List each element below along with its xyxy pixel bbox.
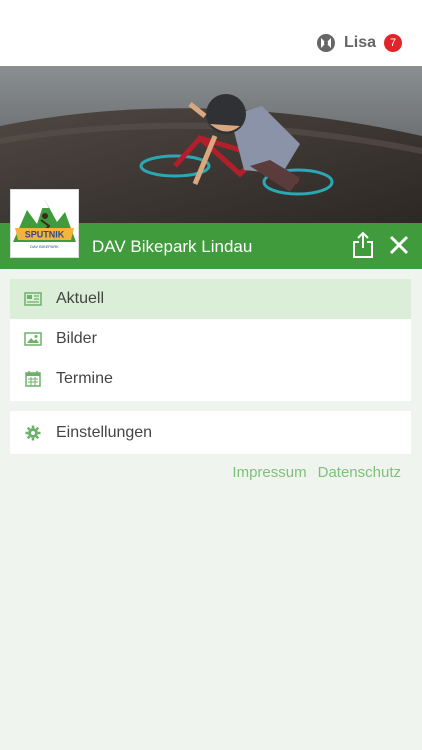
logo-subtext: DAV BIKEPARK [30, 244, 59, 249]
menu-item-aktuell[interactable]: Aktuell [10, 279, 411, 319]
calendar-icon [24, 370, 42, 388]
close-button[interactable] [387, 233, 411, 257]
share-button[interactable] [350, 231, 376, 259]
notification-badge[interactable]: 7 [384, 34, 402, 52]
top-bar: Lisa 7 [0, 0, 422, 66]
settings-menu: Einstellungen [10, 411, 411, 454]
menu-item-einstellungen[interactable]: Einstellungen [10, 411, 411, 454]
share-icon [353, 231, 373, 258]
user-name: Lisa [343, 34, 376, 51]
page-title: DAV Bikepark Lindau [92, 237, 253, 256]
impressum-link[interactable]: Impressum [232, 464, 306, 481]
close-icon [389, 235, 409, 255]
menu-label-aktuell: Aktuell [56, 290, 105, 307]
image-icon [24, 330, 42, 348]
user-menu[interactable]: Lisa 7 [316, 33, 402, 53]
newspaper-icon [24, 290, 42, 308]
footer-links: Impressum Datenschutz [232, 464, 401, 481]
menu-item-bilder[interactable]: Bilder [10, 319, 411, 359]
gear-icon [24, 424, 42, 442]
main-menu: Aktuell Bilder Termine [10, 279, 411, 401]
menu-label-bilder: Bilder [56, 330, 97, 347]
datenschutz-link[interactable]: Datenschutz [318, 464, 401, 481]
user-account-icon [316, 33, 336, 53]
logo-text: SPUTNIK [25, 230, 65, 240]
menu-label-einstellungen: Einstellungen [56, 423, 153, 441]
menu-label-termine: Termine [56, 370, 113, 387]
club-logo: SPUTNIK DAV BIKEPARK [10, 189, 79, 258]
menu-item-termine[interactable]: Termine [10, 359, 411, 399]
